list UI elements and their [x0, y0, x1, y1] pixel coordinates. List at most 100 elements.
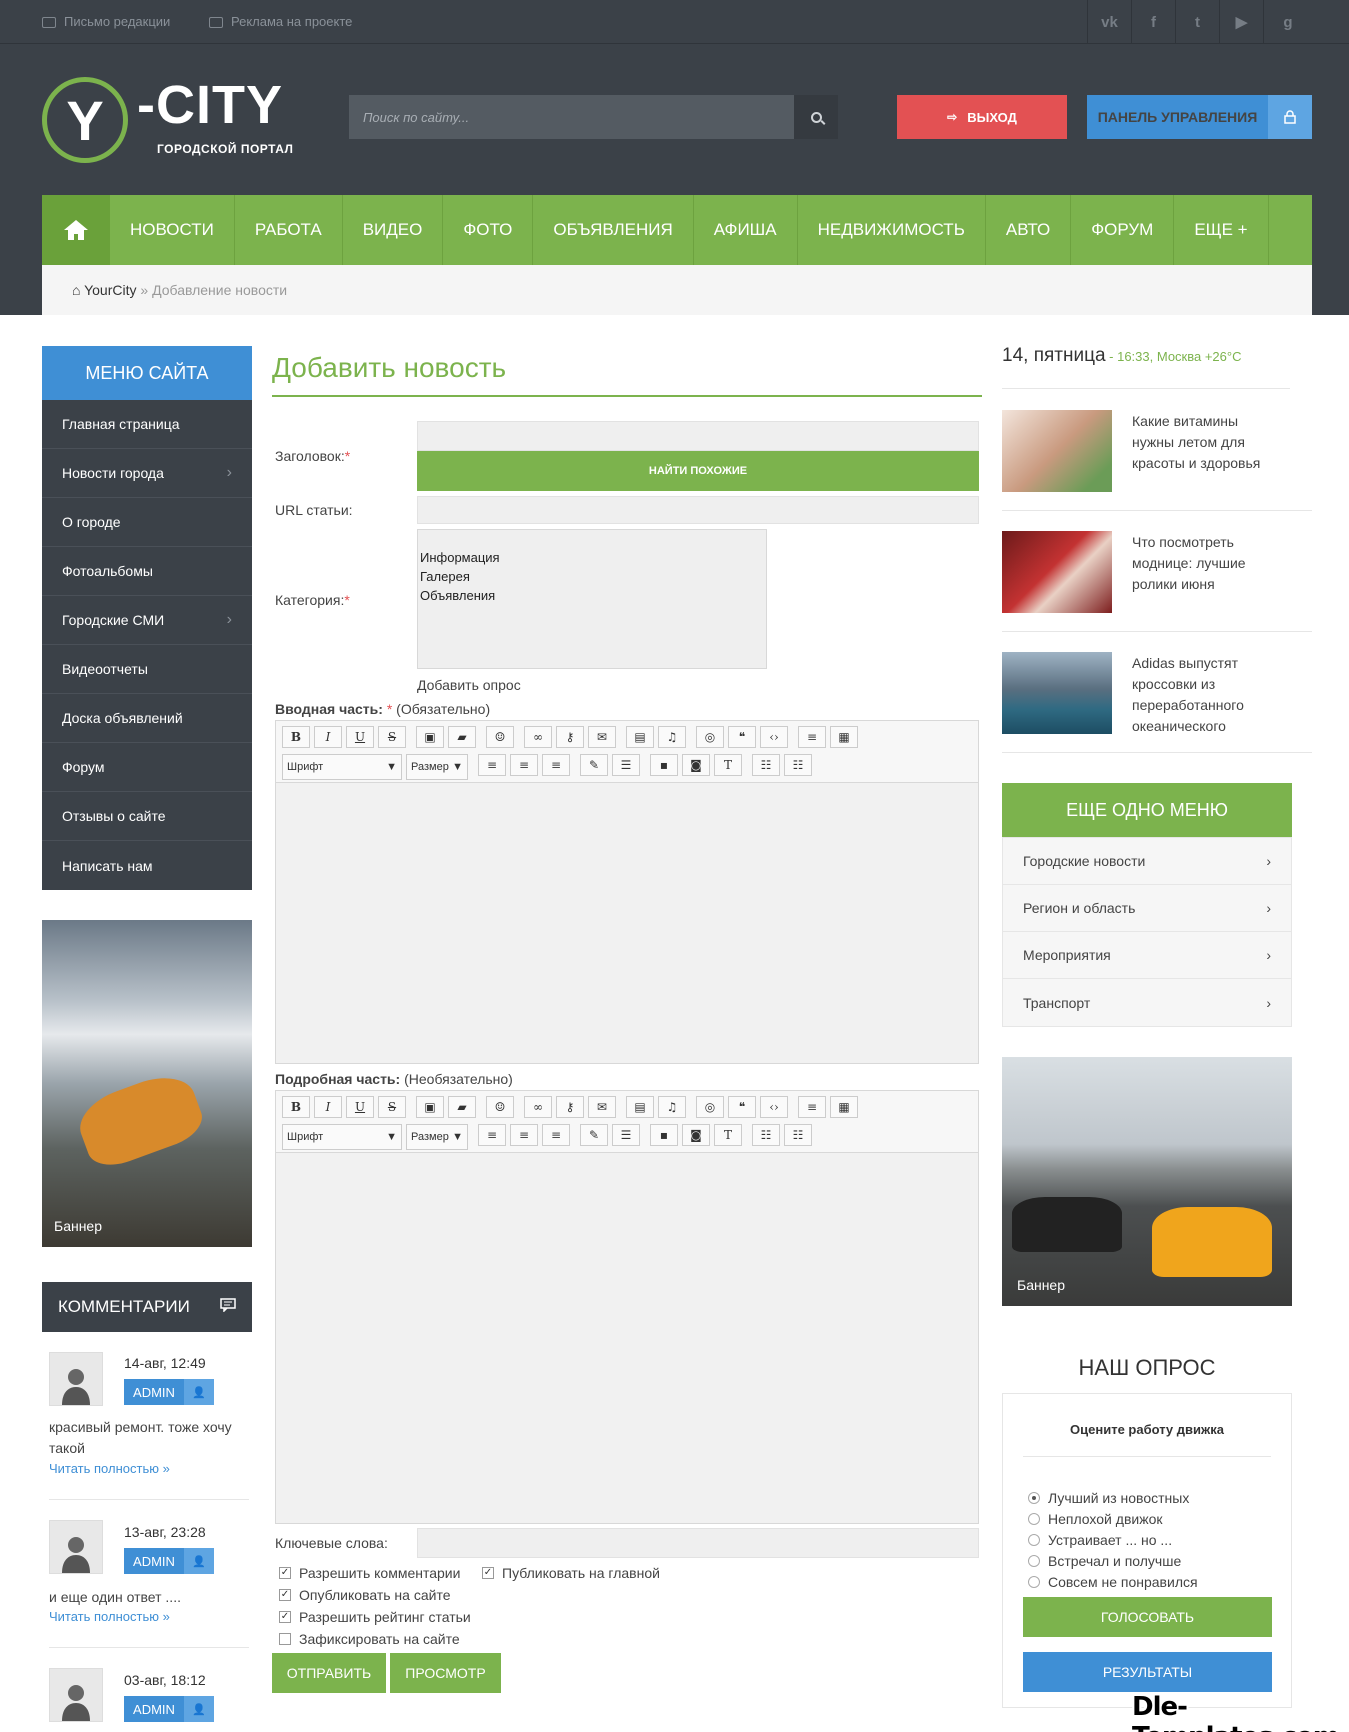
title-input[interactable] — [417, 421, 979, 451]
google-plus-icon[interactable]: g — [1263, 0, 1312, 44]
hide-icon[interactable]: ◎ — [696, 726, 724, 748]
right-menu-item-city-news[interactable]: Городские новости › — [1003, 838, 1291, 885]
music-icon[interactable]: ♫ — [658, 726, 686, 748]
poll-option[interactable]: Неплохой движок — [1028, 1508, 1162, 1529]
quote-icon[interactable]: ❝ — [728, 726, 756, 748]
smile-icon[interactable]: ☺ — [486, 726, 514, 748]
pagebreak-icon[interactable]: ≡ — [798, 1096, 826, 1118]
sidebar-item-about-city[interactable]: О городе — [42, 498, 252, 547]
nav-item-auto[interactable]: АВТО — [986, 195, 1072, 265]
sidebar-item-forum[interactable]: Форум — [42, 743, 252, 792]
full-editor[interactable]: B I U S ▣ ▰ ☺ ∞ ⚷ ✉ ▤ ♫ ◎ ❝ ‹› ≡ ▦ Шрифт… — [275, 1090, 979, 1524]
nav-item-video[interactable]: ВИДЕО — [343, 195, 444, 265]
news-title[interactable]: Что посмотреть моднице: лучшие ролики ию… — [1132, 532, 1277, 595]
advertising-link[interactable]: Реклама на проекте — [209, 0, 352, 44]
italic-icon[interactable]: I — [314, 726, 342, 748]
link-icon[interactable]: ∞ — [524, 1096, 552, 1118]
sidebar-item-photoalbums[interactable]: Фотоальбомы — [42, 547, 252, 596]
editorial-letter-link[interactable]: Письмо редакции — [42, 0, 170, 44]
media-icon[interactable]: ▤ — [626, 1096, 654, 1118]
folder-icon[interactable]: ▰ — [448, 1096, 476, 1118]
italic-icon[interactable]: I — [314, 1096, 342, 1118]
category-option[interactable]: Информация — [420, 548, 764, 567]
key-icon[interactable]: ⚷ — [556, 1096, 584, 1118]
logo-mark[interactable]: Y — [42, 77, 128, 163]
nav-item-jobs[interactable]: РАБОТА — [235, 195, 343, 265]
justify-icon[interactable]: ☰ — [612, 1124, 640, 1146]
pagebreak-icon[interactable]: ≡ — [798, 726, 826, 748]
align-center-icon[interactable]: ≡ — [510, 754, 538, 776]
poll-option[interactable]: Встречал и получше — [1028, 1550, 1181, 1571]
news-thumbnail[interactable] — [1002, 531, 1112, 613]
twitter-icon[interactable]: t — [1175, 0, 1219, 44]
nav-item-photo[interactable]: ФОТО — [443, 195, 534, 265]
align-center-icon[interactable]: ≡ — [510, 1124, 538, 1146]
user-badge[interactable]: ADMIN 👤 — [124, 1379, 214, 1405]
logout-button[interactable]: ⇨ ВЫХОД — [897, 95, 1067, 139]
bold-icon[interactable]: B — [282, 726, 310, 748]
sidebar-item-video-reports[interactable]: Видеоотчеты — [42, 645, 252, 694]
logo-name[interactable]: -CITY — [137, 78, 283, 132]
results-button[interactable]: РЕЗУЛЬТАТЫ — [1023, 1652, 1272, 1692]
quote-icon[interactable]: ❝ — [728, 1096, 756, 1118]
strike-icon[interactable]: S — [378, 1096, 406, 1118]
align-left-icon[interactable]: ≡ — [478, 754, 506, 776]
news-thumbnail[interactable] — [1002, 652, 1112, 734]
list-icon[interactable]: ☷ — [752, 1124, 780, 1146]
vk-icon[interactable]: vk — [1087, 0, 1131, 44]
code-icon[interactable]: ‹› — [760, 1096, 788, 1118]
sidebar-item-city-news[interactable]: Новости города › — [42, 449, 252, 498]
translit-icon[interactable]: T — [714, 1124, 742, 1146]
sidebar-item-contact[interactable]: Написать нам — [42, 841, 252, 890]
bold-icon[interactable]: B — [282, 1096, 310, 1118]
read-more-link[interactable]: Читать полностью » — [49, 1461, 170, 1476]
align-left-icon[interactable]: ≡ — [478, 1124, 506, 1146]
justify-icon[interactable]: ☰ — [612, 754, 640, 776]
nav-item-ads[interactable]: ОБЪЯВЛЕНИЯ — [533, 195, 694, 265]
category-option[interactable]: Галерея — [420, 567, 764, 586]
media-icon[interactable]: ▤ — [626, 726, 654, 748]
link-icon[interactable]: ∞ — [524, 726, 552, 748]
keywords-input[interactable] — [417, 1528, 979, 1558]
right-menu-item-events[interactable]: Мероприятия › — [1003, 932, 1291, 979]
nav-item-realty[interactable]: НЕДВИЖИМОСТЬ — [798, 195, 986, 265]
read-more-link[interactable]: Читать полностью » — [49, 1609, 170, 1624]
youtube-icon[interactable]: ▶ — [1219, 0, 1263, 44]
spoiler-icon[interactable]: ◙ — [682, 1124, 710, 1146]
ordered-list-icon[interactable]: ☷ — [784, 754, 812, 776]
intro-editor[interactable]: B I U S ▣ ▰ ☺ ∞ ⚷ ✉ ▤ ♫ ◎ ❝ ‹› ≡ ▦ Шрифт… — [275, 720, 979, 1064]
poll-option[interactable]: Лучший из новостных — [1028, 1487, 1189, 1508]
sidebar-item-home[interactable]: Главная страница — [42, 400, 252, 449]
color-icon[interactable]: ✎ — [580, 1124, 608, 1146]
sidebar-item-board[interactable]: Доска объявлений — [42, 694, 252, 743]
nav-item-more[interactable]: ЕЩЕ + — [1174, 195, 1269, 265]
nav-item-news[interactable]: НОВОСТИ — [110, 195, 235, 265]
facebook-icon[interactable]: f — [1131, 0, 1175, 44]
search-input[interactable] — [349, 95, 794, 139]
key-icon[interactable]: ⚷ — [556, 726, 584, 748]
list-icon[interactable]: ☷ — [752, 754, 780, 776]
color-icon[interactable]: ✎ — [580, 754, 608, 776]
typograph-icon[interactable]: ▪ — [650, 754, 678, 776]
allow-comments-checkbox[interactable]: ✓ Разрешить комментарии — [279, 1565, 460, 1581]
folder-icon[interactable]: ▰ — [448, 726, 476, 748]
smile-icon[interactable]: ☺ — [486, 1096, 514, 1118]
submit-button[interactable]: ОТПРАВИТЬ — [272, 1653, 386, 1693]
pin-checkbox[interactable]: Зафиксировать на сайте — [279, 1631, 460, 1647]
code-icon[interactable]: ‹› — [760, 726, 788, 748]
email-icon[interactable]: ✉ — [588, 726, 616, 748]
font-select[interactable]: Шрифт ▼ — [282, 1124, 402, 1150]
right-menu-item-transport[interactable]: Транспорт › — [1003, 979, 1291, 1026]
right-banner[interactable]: Баннер — [1002, 1057, 1292, 1306]
vote-button[interactable]: ГОЛОСОВАТЬ — [1023, 1597, 1272, 1637]
email-icon[interactable]: ✉ — [588, 1096, 616, 1118]
preview-button[interactable]: ПРОСМОТР — [390, 1653, 501, 1693]
underline-icon[interactable]: U — [346, 1096, 374, 1118]
allow-rating-checkbox[interactable]: ✓ Разрешить рейтинг статьи — [279, 1609, 471, 1625]
nav-item-events[interactable]: АФИША — [694, 195, 798, 265]
fullscreen-icon[interactable]: ▦ — [830, 1096, 858, 1118]
poll-option[interactable]: Устраивает ... но ... — [1028, 1529, 1172, 1550]
size-select[interactable]: Размер ▼ — [406, 1124, 468, 1150]
search-button[interactable] — [794, 95, 838, 139]
spoiler-icon[interactable]: ◙ — [682, 754, 710, 776]
